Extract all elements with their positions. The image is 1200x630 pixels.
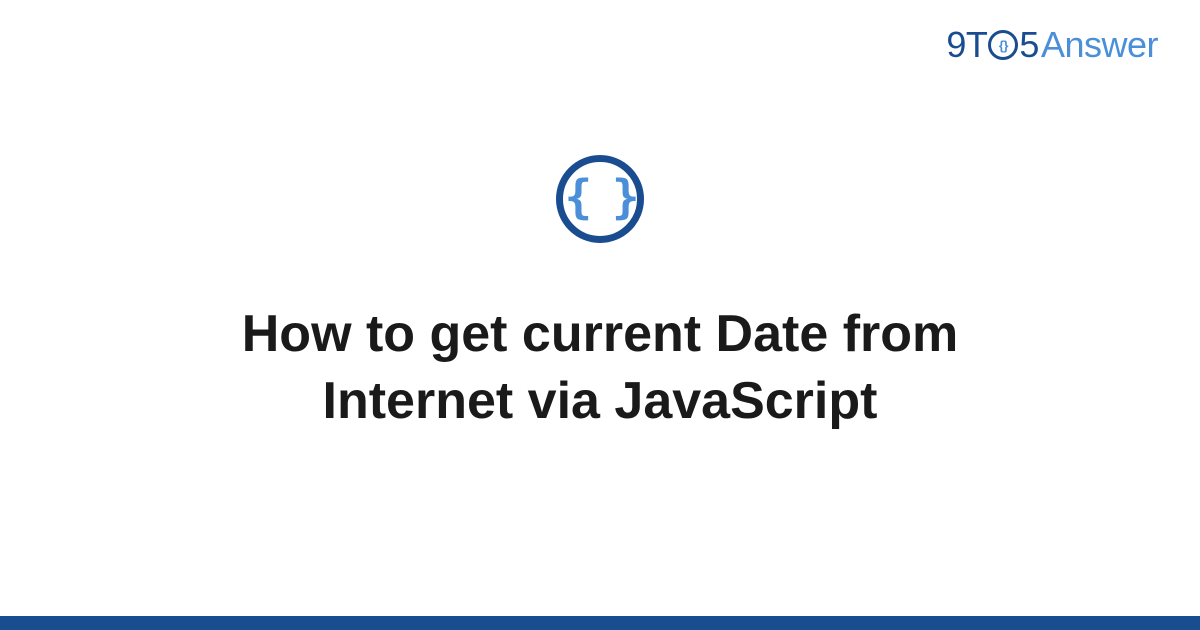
braces-glyph: { } bbox=[564, 174, 635, 220]
code-braces-icon: { } bbox=[556, 155, 644, 243]
main-content: { } How to get current Date from Interne… bbox=[0, 0, 1200, 630]
page-title: How to get current Date from Internet vi… bbox=[150, 301, 1050, 434]
footer-accent-bar bbox=[0, 616, 1200, 630]
